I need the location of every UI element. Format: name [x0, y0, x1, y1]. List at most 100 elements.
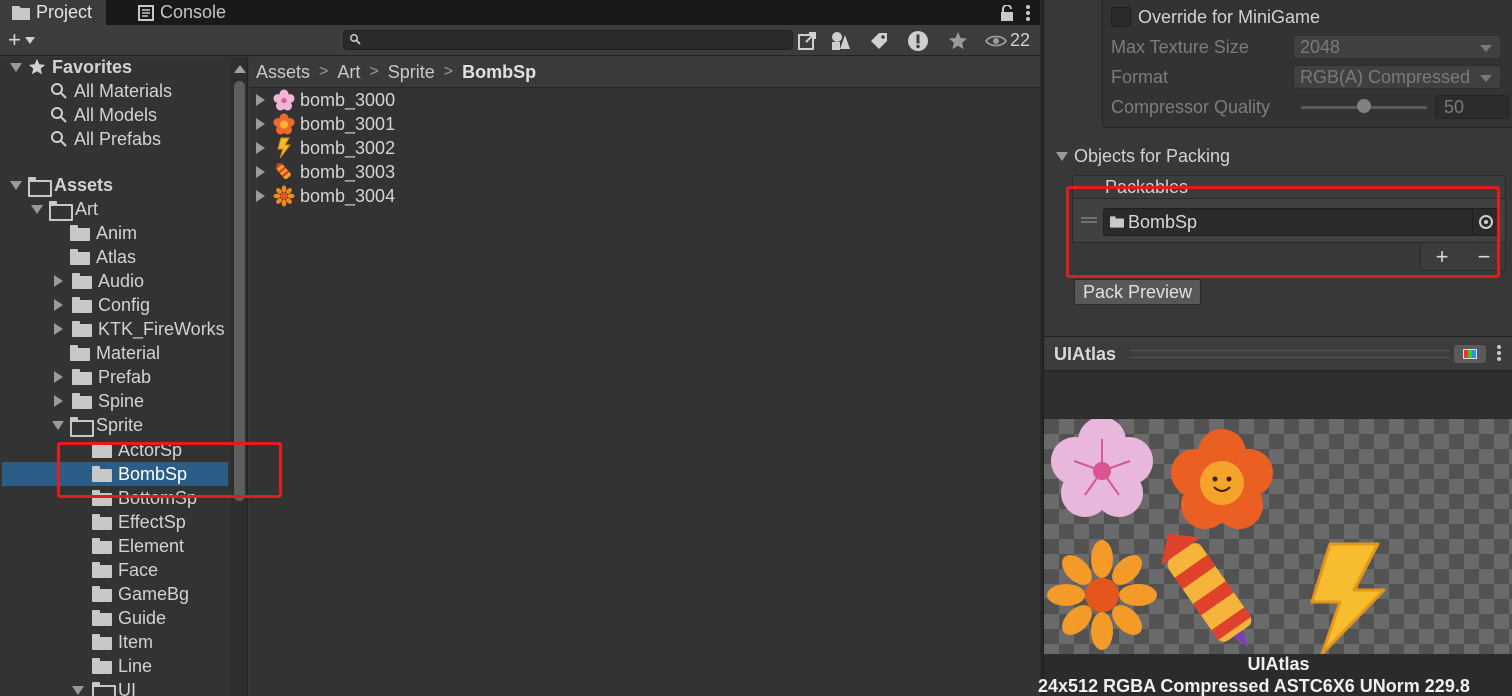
- asset-item[interactable]: bomb_3003: [249, 160, 395, 184]
- search-input[interactable]: [366, 32, 786, 48]
- object-picker-button[interactable]: [1472, 209, 1498, 235]
- tree-item-bombsp[interactable]: BombSp: [92, 462, 187, 486]
- breadcrumb-item[interactable]: Sprite: [388, 62, 435, 83]
- tree-item-guide[interactable]: Guide: [92, 606, 166, 630]
- tree-item-element[interactable]: Element: [92, 534, 184, 558]
- tree-assets[interactable]: Assets: [10, 173, 113, 197]
- add-item-button[interactable]: +: [1436, 244, 1449, 270]
- asset-item[interactable]: bomb_3002: [249, 136, 395, 160]
- quality-slider-thumb[interactable]: [1357, 99, 1371, 113]
- format-dropdown[interactable]: RGB(A) Compressed: [1293, 65, 1501, 89]
- quality-value-field[interactable]: 50: [1435, 95, 1509, 119]
- scroll-up-arrow-icon[interactable]: [234, 65, 246, 73]
- filter-by-label-button[interactable]: [864, 28, 894, 53]
- favorites-button[interactable]: [943, 28, 973, 53]
- target-icon: [1478, 215, 1493, 229]
- color-channel-button[interactable]: [1454, 345, 1486, 363]
- format-label: Format: [1111, 66, 1169, 87]
- filter-by-type-button[interactable]: [826, 28, 856, 53]
- lock-icon[interactable]: [1000, 4, 1014, 21]
- folder-tree[interactable]: Favorites All Materials All Models All P…: [0, 57, 248, 696]
- tree-item-all-prefabs[interactable]: All Prefabs: [50, 127, 161, 151]
- preview-drag-bar[interactable]: [1130, 350, 1450, 358]
- tree-item-line[interactable]: Line: [92, 654, 152, 678]
- tree-item-effectsp[interactable]: EffectSp: [92, 510, 186, 534]
- chevron-down-icon: [1480, 75, 1492, 82]
- tree-item-anim[interactable]: Anim: [52, 221, 137, 245]
- search-field[interactable]: [343, 30, 793, 50]
- folder-icon: [72, 297, 92, 313]
- expand-arrow-icon[interactable]: [256, 166, 265, 178]
- tree-item-label: BombSp: [118, 463, 188, 484]
- asset-item[interactable]: bomb_3001: [249, 112, 395, 136]
- packables-list: Packables BombSp + −: [1072, 175, 1506, 271]
- hidden-packages-toggle[interactable]: 22: [985, 28, 1030, 53]
- filter-by-log-type-button[interactable]: [903, 28, 933, 53]
- rocket-sprite: [1161, 533, 1252, 649]
- tree-item-atlas[interactable]: Atlas: [52, 245, 136, 269]
- breadcrumb-item[interactable]: Assets: [256, 62, 310, 83]
- preview-asset-info: 24x512 RGBA Compressed ASTC6X6 UNorm 229…: [1038, 676, 1470, 696]
- tree-item-all-models[interactable]: All Models: [50, 103, 157, 127]
- tree-scrollbar[interactable]: [231, 57, 247, 696]
- folder-open-icon: [49, 201, 73, 221]
- tree-item-ui[interactable]: UI: [72, 678, 136, 696]
- expand-arrow-icon[interactable]: [54, 371, 63, 383]
- tree-item-label: UI: [118, 679, 136, 696]
- collapse-arrow-icon[interactable]: [72, 685, 84, 695]
- expand-arrow-icon[interactable]: [256, 142, 265, 154]
- folder-icon: [72, 393, 92, 409]
- tree-item-sprite[interactable]: Sprite: [52, 413, 143, 437]
- tree-item-audio[interactable]: Audio: [54, 269, 144, 293]
- objects-for-packing-header[interactable]: Objects for Packing: [1056, 144, 1230, 168]
- override-label: Override for MiniGame: [1138, 6, 1321, 27]
- expand-arrow-icon[interactable]: [54, 275, 63, 287]
- lightning-sprite: [1310, 542, 1386, 654]
- expand-arrow-icon[interactable]: [54, 395, 63, 407]
- scrollbar-thumb[interactable]: [234, 81, 245, 501]
- packable-object-field[interactable]: BombSp: [1103, 208, 1499, 236]
- tree-art[interactable]: Art: [31, 197, 98, 221]
- tree-item-all-materials[interactable]: All Materials: [50, 79, 172, 103]
- expand-arrow-icon[interactable]: [256, 118, 265, 130]
- tree-item-ktk-fireworks[interactable]: KTK_FireWorks: [54, 317, 225, 341]
- collapse-arrow-icon: [10, 180, 22, 190]
- breadcrumb-item[interactable]: Art: [337, 62, 360, 83]
- tree-item-face[interactable]: Face: [92, 558, 158, 582]
- max-texture-dropdown[interactable]: 2048: [1293, 35, 1501, 59]
- tree-item-item[interactable]: Item: [92, 630, 153, 654]
- kebab-menu-icon[interactable]: [1026, 4, 1030, 21]
- pack-preview-button[interactable]: Pack Preview: [1074, 279, 1202, 305]
- tree-favorites[interactable]: Favorites: [10, 57, 132, 79]
- create-button[interactable]: +: [8, 27, 35, 52]
- asset-item[interactable]: bomb_3000: [249, 88, 395, 112]
- override-checkbox[interactable]: [1111, 7, 1131, 27]
- collapse-arrow-icon[interactable]: [52, 420, 64, 430]
- tree-item-actorsp[interactable]: ActorSp: [92, 438, 182, 462]
- expand-arrow-icon[interactable]: [256, 190, 265, 202]
- tree-item-material[interactable]: Material: [52, 341, 160, 365]
- tab-console[interactable]: Console: [126, 0, 240, 25]
- orange-flower-sprite: [1171, 429, 1273, 529]
- asset-item[interactable]: bomb_3004: [249, 184, 395, 208]
- folder-icon: [72, 273, 92, 289]
- tree-item-gamebg[interactable]: GameBg: [92, 582, 189, 606]
- remove-item-button[interactable]: −: [1478, 244, 1491, 270]
- tab-project[interactable]: Project: [0, 0, 107, 25]
- expand-arrow-icon[interactable]: [54, 299, 63, 311]
- tab-console-label: Console: [160, 2, 227, 22]
- tree-item-label: Audio: [98, 270, 145, 291]
- expand-arrow-icon[interactable]: [256, 94, 265, 106]
- tree-item-label: Line: [118, 655, 153, 676]
- search-by-window-button[interactable]: [792, 28, 822, 53]
- tree-item-spine[interactable]: Spine: [54, 389, 144, 413]
- kebab-menu-icon[interactable]: [1497, 344, 1501, 362]
- tree-item-config[interactable]: Config: [54, 293, 150, 317]
- shapes-icon: [832, 31, 850, 50]
- tree-item-prefab[interactable]: Prefab: [54, 365, 151, 389]
- tree-item-bottomsp[interactable]: BottomSp: [92, 486, 197, 510]
- drag-handle-icon[interactable]: [1081, 217, 1097, 223]
- expand-arrow-icon[interactable]: [54, 323, 63, 335]
- asset-content-panel[interactable]: Assets > Art > Sprite > BombSp bomb_3000…: [249, 57, 1040, 696]
- pink-flower-sprite: [1051, 419, 1153, 517]
